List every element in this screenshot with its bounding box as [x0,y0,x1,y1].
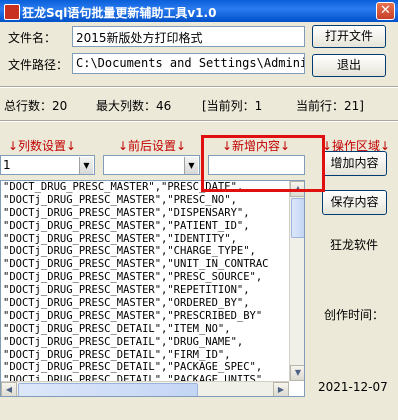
list-item[interactable]: "DOCTj_DRUG_PRESC_DETAIL","DRUG_NAME", [3,336,269,349]
list-item[interactable]: "DOCTj_DRUG_PRESC_MASTER","PRESCRIBED_BY… [3,310,269,323]
title-bar: 狂龙Sql语句批量更新辅助工具v1.0 ✕ [0,0,398,22]
total-rows-stat: 总行数：20 [4,99,68,113]
scroll-down-icon[interactable]: ▼ [290,365,304,381]
filename-label: 文件名： [8,31,57,45]
list-item[interactable]: "DOCTj_DRUG_PRESC_MASTER","PRESC_NO", [3,194,269,207]
exit-button[interactable]: 退出 [312,54,386,77]
list-item[interactable]: "DOCT_DRUG_PRESC_MASTER","PRESC_DATE", [3,181,269,194]
list-item[interactable]: "DOCTj_DRUG_PRESC_MASTER","PATIENT_ID", [3,220,269,233]
current-column-stat: [当前列：1 [202,99,263,113]
chevron-down-icon[interactable]: ▼ [79,157,93,174]
list-item[interactable]: "DOCTj_DRUG_PRESC_MASTER","UNIT_IN_CONTR… [3,258,269,271]
new-content-header: ↓新增内容↓ [222,139,291,153]
scroll-left-icon[interactable]: ◀ [1,382,17,396]
separator-middle [0,120,398,122]
column-combo-value: 1 [3,158,11,172]
list-rows: "DOCT_DRUG_PRESC_MASTER","PRESC_DATE", "D… [3,181,269,387]
vertical-scroll-thumb[interactable] [291,198,304,238]
horizontal-scrollbar[interactable]: ◀ ▶ [1,381,289,396]
created-date: 2021-12-07 [318,380,388,394]
list-item[interactable]: "DOCTj_DRUG_PRESC_DETAIL","PACKAGE_SPEC"… [3,361,269,374]
created-time-label: 创作时间： [324,308,385,322]
horizontal-scroll-thumb[interactable] [18,383,198,396]
current-row-stat: 当前行：21] [296,99,364,113]
add-content-button[interactable]: 增加内容 [322,151,387,176]
save-content-button[interactable]: 保存内容 [322,190,387,215]
list-item[interactable]: "DOCTj_DRUG_PRESC_MASTER","PRESC_SOURCE"… [3,271,269,284]
before-after-combo[interactable]: ▼ [103,155,200,175]
list-item[interactable]: "DOCTj_DRUG_PRESC_MASTER","REPETITION", [3,284,269,297]
list-item[interactable]: "DOCTj_DRUG_PRESC_DETAIL","FIRM_ID", [3,349,269,362]
scroll-up-icon[interactable]: ▲ [290,181,304,197]
list-item[interactable]: "DOCTj_DRUG_PRESC_MASTER","IDENTITY", [3,233,269,246]
sql-list-box[interactable]: "DOCT_DRUG_PRESC_MASTER","PRESC_DATE", "D… [0,180,305,397]
new-content-input[interactable] [208,155,305,175]
separator-top [0,86,398,88]
filepath-label: 文件路径： [8,58,69,72]
list-item[interactable]: "DOCTj_DRUG_PRESC_DETAIL","ITEM_NO", [3,323,269,336]
filename-field[interactable]: 2015新版处方打印格式 [72,26,305,47]
list-item[interactable]: "DOCTj_DRUG_PRESC_MASTER","ORDERED_BY", [3,297,269,310]
before-after-header: ↓前后设置↓ [118,139,187,153]
scroll-right-icon[interactable]: ▶ [273,382,289,396]
chevron-down-icon[interactable]: ▼ [184,157,198,174]
open-file-button[interactable]: 打开文件 [312,25,386,48]
vertical-scrollbar[interactable]: ▲ ▼ [289,181,304,381]
list-item[interactable]: "DOCTj_DRUG_PRESC_MASTER","CHARGE_TYPE", [3,245,269,258]
window-title: 狂龙Sql语句批量更新辅助工具v1.0 [22,6,217,20]
app-icon [4,4,20,20]
author-label: 狂龙软件 [330,238,379,252]
filepath-field[interactable]: C:\Documents and Settings\Adminis [72,53,305,74]
max-columns-stat: 最大列数：46 [96,99,172,113]
column-combo[interactable]: 1 ▼ [0,155,95,175]
column-settings-header: ↓列数设置↓ [8,139,77,153]
list-item[interactable]: "DOCTj_DRUG_PRESC_MASTER","DISPENSARY", [3,207,269,220]
close-button[interactable]: ✕ [376,2,395,20]
